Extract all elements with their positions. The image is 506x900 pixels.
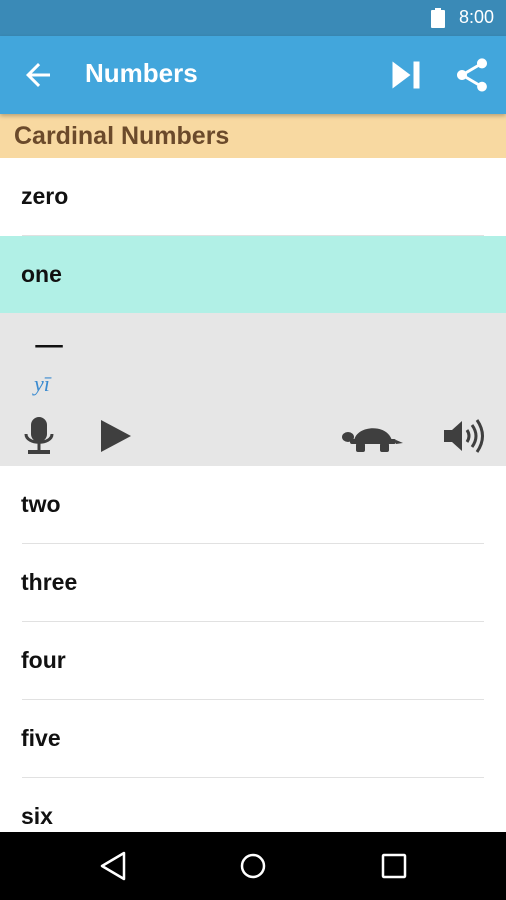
microphone-icon[interactable] [22, 417, 56, 455]
list-item-two[interactable]: two [0, 466, 506, 544]
detail-panel: 一 yī [0, 313, 506, 466]
list-item-label: two [21, 491, 61, 517]
list-item-label: five [21, 725, 61, 751]
list-item-one[interactable]: one [0, 236, 506, 313]
pinyin-text: yī [34, 371, 50, 396]
battery-icon [431, 8, 445, 28]
status-time: 8:00 [458, 7, 494, 27]
section-title: Cardinal Numbers [14, 122, 230, 150]
skip-next-icon[interactable] [388, 57, 424, 93]
navigation-bar [0, 832, 506, 900]
nav-back-icon[interactable] [98, 850, 128, 882]
play-icon[interactable] [96, 417, 136, 455]
turtle-icon[interactable] [342, 417, 404, 455]
app-bar: Numbers [0, 36, 506, 114]
chinese-character: 一 [34, 331, 64, 366]
list-item-three[interactable]: three [0, 544, 506, 622]
nav-recent-icon[interactable] [378, 850, 410, 882]
nav-home-icon[interactable] [237, 850, 269, 882]
list-item-zero[interactable]: zero [0, 158, 506, 236]
list-item-label: four [21, 647, 66, 673]
list-item-five[interactable]: five [0, 700, 506, 778]
list-item-label: one [21, 261, 62, 287]
list-item-label: zero [21, 183, 69, 209]
back-arrow-icon[interactable] [20, 57, 56, 93]
page-title: Numbers [85, 58, 198, 88]
list-item-label: six [21, 803, 53, 829]
status-bar: 8:00 [0, 0, 506, 36]
list-item-label: three [21, 569, 78, 595]
share-icon[interactable] [452, 55, 492, 95]
volume-icon[interactable] [440, 417, 486, 455]
section-header: Cardinal Numbers [0, 114, 506, 158]
list-item-four[interactable]: four [0, 622, 506, 700]
